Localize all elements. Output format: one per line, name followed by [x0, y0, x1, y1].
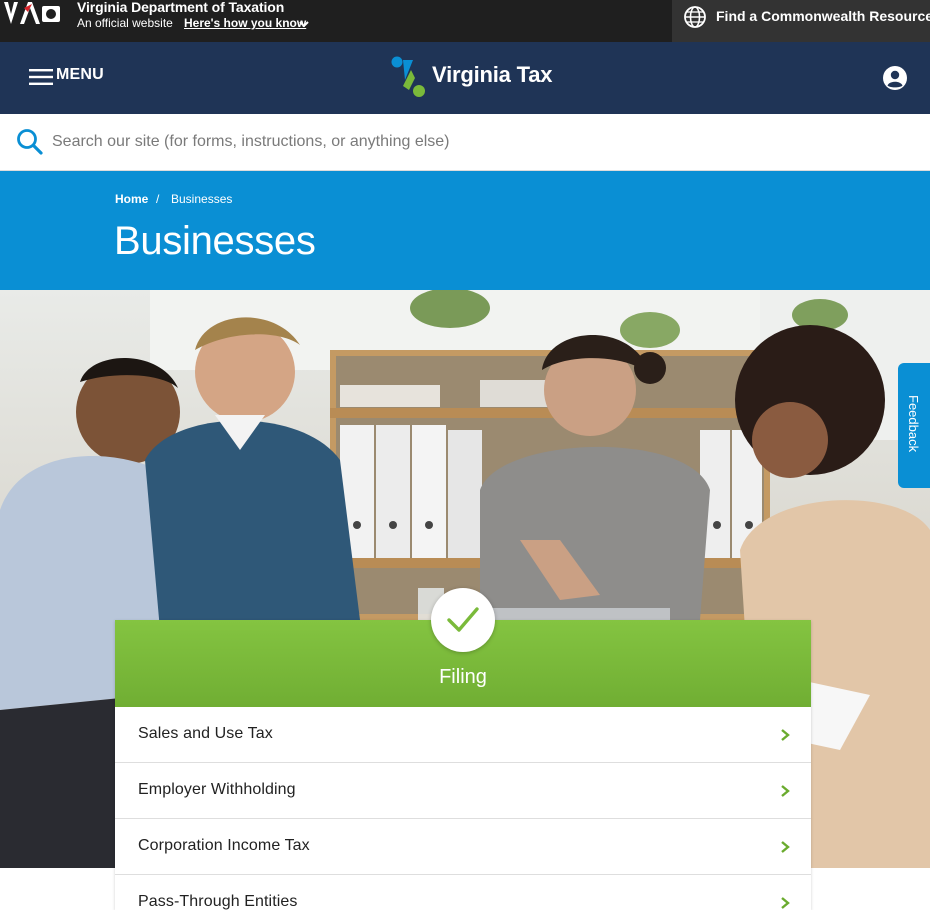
account-icon[interactable] [882, 65, 908, 91]
filing-card-header: Filing [115, 588, 811, 707]
menu-label: MENU [56, 66, 104, 83]
filing-item-label: Pass-Through Entities [138, 893, 298, 910]
check-icon [446, 605, 480, 635]
agency-name: Virginia Department of Taxation [77, 0, 285, 15]
brand-name: Virginia Tax [432, 62, 553, 87]
chevron-down-icon[interactable] [297, 17, 311, 31]
feedback-label: Feedback [906, 395, 921, 453]
chevron-right-icon [779, 784, 791, 798]
site-header: MENU Virginia Tax [0, 42, 930, 114]
breadcrumb-home-link[interactable]: Home [115, 192, 148, 206]
breadcrumb-current: Businesses [171, 192, 233, 206]
filing-item-employer-withholding[interactable]: Employer Withholding [115, 763, 811, 819]
how-you-know-link[interactable]: Here's how you know [184, 16, 306, 30]
filing-badge [431, 588, 495, 652]
globe-icon [682, 4, 708, 30]
filing-item-label: Sales and Use Tax [138, 725, 273, 742]
search-input[interactable] [52, 128, 912, 156]
filing-item-pass-through-entities[interactable]: Pass-Through Entities [115, 875, 811, 910]
filing-item-corporation-income-tax[interactable]: Corporation Income Tax [115, 819, 811, 875]
hamburger-menu-icon [29, 69, 53, 85]
find-commonwealth-resource-label: Find a Commonwealth Resource [716, 8, 930, 24]
official-website-text: An official website [77, 16, 173, 30]
site-search [0, 114, 930, 171]
breadcrumb-separator: / [156, 192, 160, 206]
filing-title: Filing [439, 666, 487, 688]
page-title: Businesses [114, 219, 316, 263]
virginia-tax-logo-mark [389, 56, 431, 100]
virginia-seal-logo [2, 0, 64, 32]
chevron-right-icon [779, 840, 791, 854]
filing-item-label: Employer Withholding [138, 781, 296, 798]
official-website-banner: Virginia Department of Taxation An offic… [0, 0, 930, 42]
filing-card: Filing Sales and Use Tax Employer Withho… [115, 588, 811, 910]
filing-item-label: Corporation Income Tax [138, 837, 310, 854]
chevron-right-icon [779, 728, 791, 742]
page-banner: Home / Businesses Businesses [0, 171, 930, 290]
find-commonwealth-resource-button[interactable]: Find a Commonwealth Resource [672, 0, 930, 42]
search-icon[interactable] [15, 127, 45, 157]
filing-list: Sales and Use Tax Employer Withholding C… [115, 707, 811, 910]
chevron-right-icon [779, 896, 791, 910]
virginia-tax-home-link[interactable]: Virginia Tax [389, 56, 559, 100]
feedback-tab[interactable]: Feedback [898, 363, 930, 488]
filing-item-sales-and-use-tax[interactable]: Sales and Use Tax [115, 707, 811, 763]
